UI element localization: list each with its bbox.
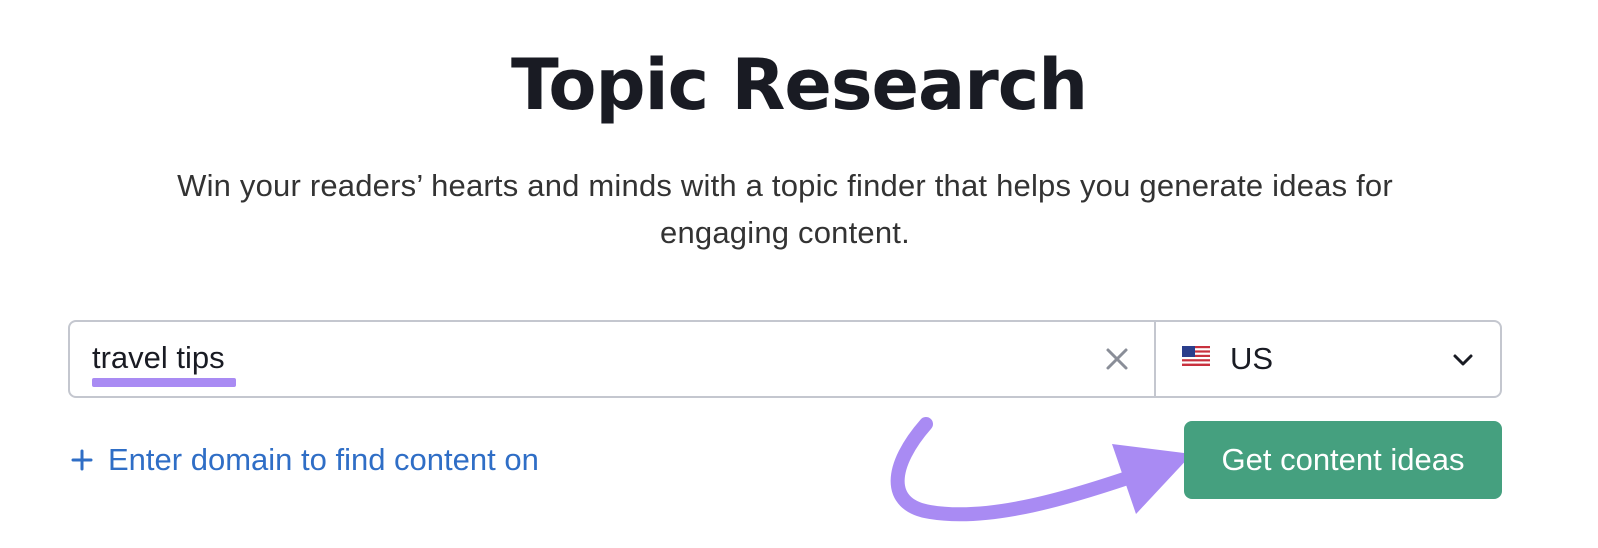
get-content-ideas-button[interactable]: Get content ideas	[1184, 421, 1502, 499]
country-label: US	[1230, 341, 1274, 376]
close-icon[interactable]	[1104, 346, 1130, 372]
topic-input[interactable]	[92, 336, 1072, 380]
query-highlight-underline	[92, 378, 236, 387]
enter-domain-label: Enter domain to find content on	[108, 442, 539, 477]
page-subtitle: Win your readers’ hearts and minds with …	[177, 168, 1393, 250]
us-flag-icon	[1182, 346, 1210, 366]
annotation-arrow-icon	[890, 417, 1192, 522]
plus-icon	[71, 449, 93, 471]
chevron-down-icon	[1453, 354, 1473, 366]
enter-domain-link[interactable]: Enter domain to find content on	[70, 438, 539, 482]
search-bar: US	[68, 320, 1502, 398]
country-dropdown[interactable]: US	[1156, 322, 1500, 396]
page-title: Topic Research	[510, 44, 1088, 126]
